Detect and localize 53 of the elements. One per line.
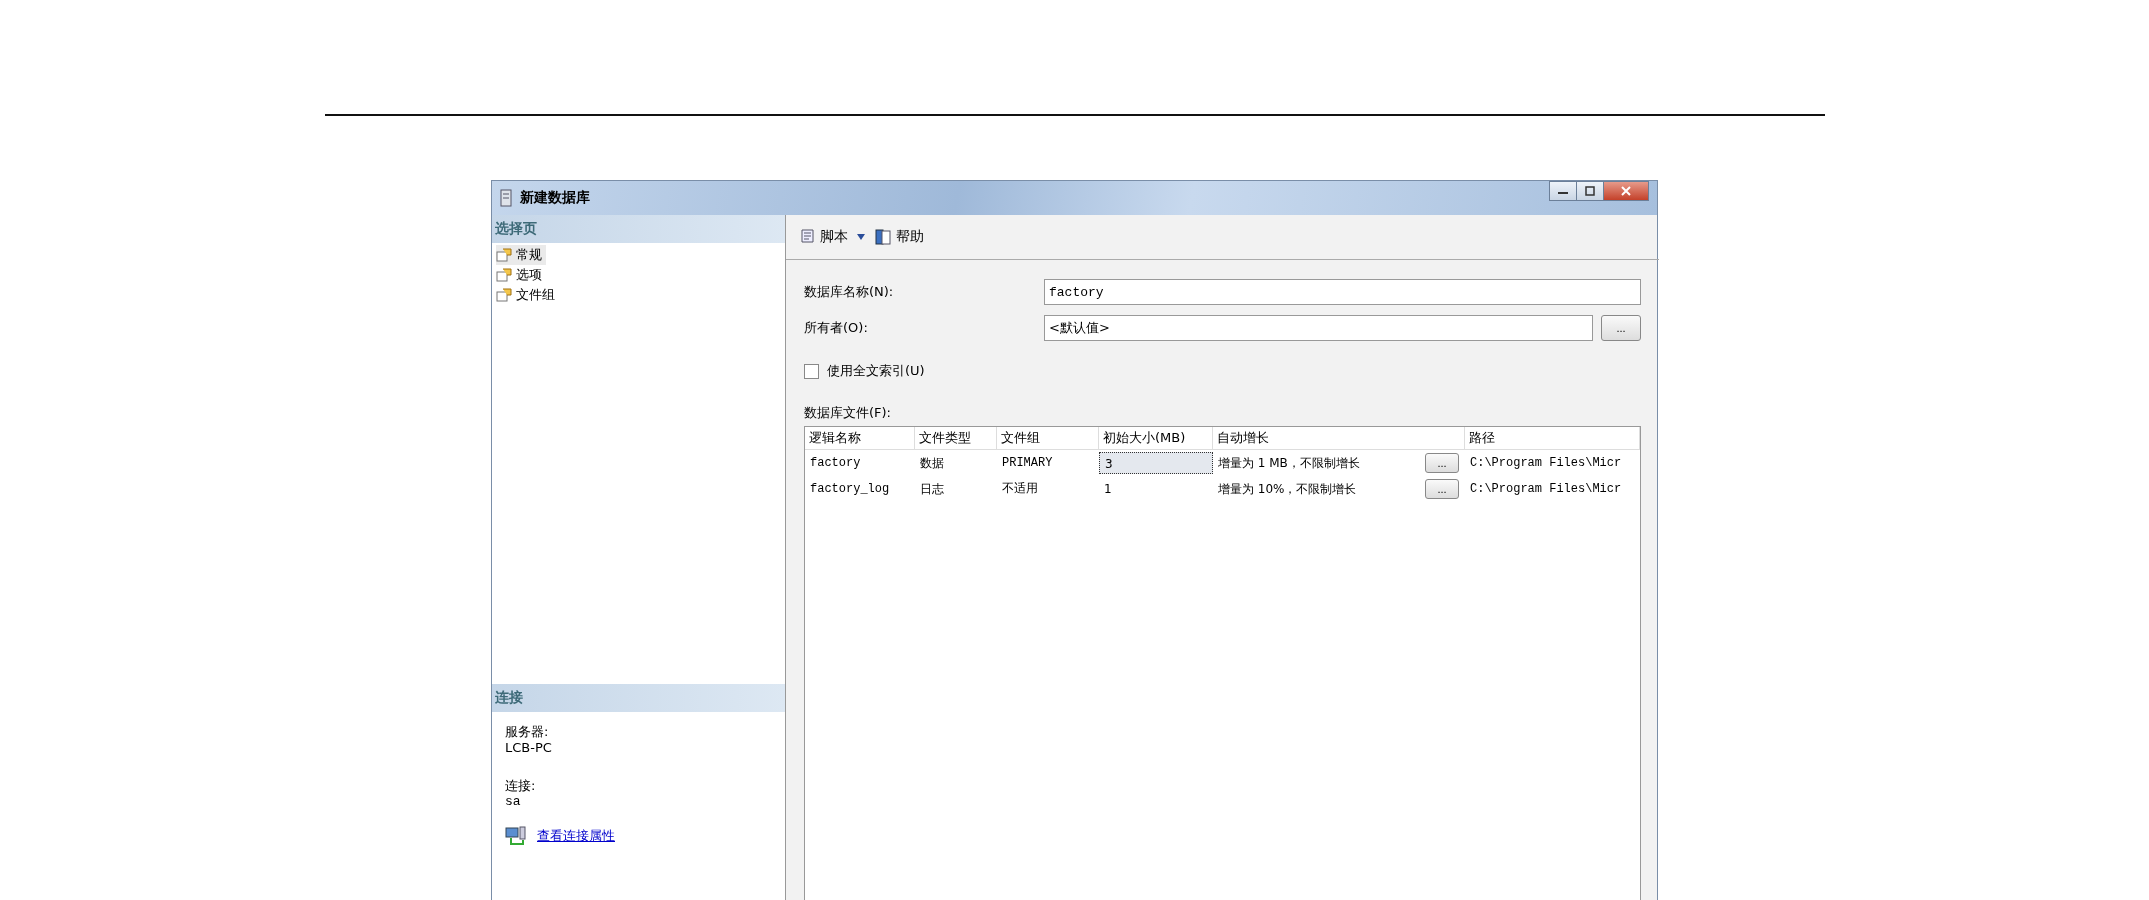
table-cell-text: PRIMARY (1001, 455, 1054, 472)
help-button[interactable]: 帮助 (872, 226, 926, 248)
connection-properties-link[interactable]: 查看连接属性 (537, 827, 615, 845)
caret-icon[interactable] (856, 233, 866, 241)
table-cell-text: 不适用 (1001, 481, 1039, 498)
maximize-button[interactable] (1576, 181, 1604, 201)
database-name-label: 数据库名称(N): (804, 283, 895, 301)
table-cell-text: factory (809, 455, 862, 472)
maximize-icon (1584, 186, 1596, 196)
owner-label: 所有者(O): (804, 319, 869, 337)
browse-button[interactable]: ... (1601, 315, 1641, 341)
table-cell-text: 增量为 10%，不限制增长 (1217, 481, 1357, 498)
column-header[interactable]: 路径 (1465, 427, 1640, 449)
minimize-button[interactable] (1549, 181, 1577, 201)
server-label: 服务器: (505, 724, 549, 740)
checkbox[interactable] (804, 363, 819, 379)
owner-field[interactable]: <默认值> (1044, 315, 1593, 341)
column-header[interactable]: 自动增长 (1213, 427, 1465, 449)
computer-icon (505, 826, 527, 846)
sidebar-item[interactable]: 常规 (496, 245, 546, 265)
table-cell-text: C:\Program Files\Micr (1469, 455, 1623, 472)
table-cell-text: 1 (1103, 481, 1113, 498)
database-files-label: 数据库文件(F): (804, 404, 892, 422)
sidebar-item[interactable]: 文件组 (496, 285, 559, 305)
fulltext-label: 使用全文索引(U) (827, 362, 925, 380)
browse-button[interactable]: ... (1425, 479, 1459, 499)
section-header: 连接 (492, 684, 785, 712)
book-icon (874, 228, 892, 246)
close-button[interactable] (1603, 181, 1649, 201)
table-cell-text: 增量为 1 MB，不限制增长 (1217, 455, 1360, 472)
close-icon (1619, 186, 1633, 196)
page-icon (496, 268, 512, 282)
database-name-field[interactable]: factory (1044, 279, 1641, 305)
column-header[interactable]: 文件类型 (915, 427, 997, 449)
table-cell-text: 数据 (919, 455, 945, 472)
browse-button[interactable]: ... (1425, 453, 1459, 473)
connection-label: 连接: (505, 778, 536, 794)
column-header[interactable]: 文件组 (997, 427, 1099, 449)
column-header[interactable]: 逻辑名称 (805, 427, 915, 449)
table-cell-text: C:\Program Files\Micr (1469, 481, 1623, 498)
window-title: 新建数据库 (520, 189, 590, 207)
table-cell-text: factory_log (809, 481, 891, 498)
server-value: LCB-PC (505, 740, 552, 756)
script-button[interactable]: 脚本 (796, 226, 850, 248)
column-header[interactable]: 初始大小(MB) (1099, 427, 1213, 449)
database-icon (500, 189, 512, 207)
page-icon (496, 288, 512, 302)
table-cell: 3 (1099, 452, 1213, 474)
sidebar-item[interactable]: 选项 (496, 265, 546, 285)
connection-value: sa (505, 794, 521, 810)
table-cell-text: 日志 (919, 481, 945, 498)
page-icon (496, 248, 512, 262)
section-header: 选择页 (492, 215, 785, 243)
